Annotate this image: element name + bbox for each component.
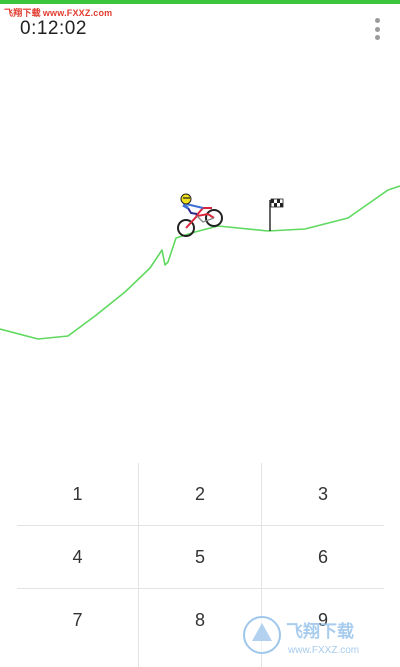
key-7[interactable]: 7: [17, 589, 138, 651]
track-line: [0, 185, 400, 340]
finish-flag-icon: [269, 198, 284, 231]
watermark-bottom-url: www.FXXZ.com: [287, 645, 359, 656]
key-5[interactable]: 5: [139, 526, 261, 588]
key-6[interactable]: 6: [262, 526, 384, 588]
dirt-bike-rider-icon: [177, 193, 223, 237]
key-4[interactable]: 4: [17, 526, 138, 588]
watermark-bottom-logo: 飞翔下载 www.FXXZ.com: [243, 616, 359, 656]
key-3[interactable]: 3: [262, 463, 384, 525]
watermark-bottom-cn: 飞翔下载: [286, 621, 354, 641]
key-1[interactable]: 1: [17, 463, 138, 525]
game-scene: [0, 185, 400, 340]
key-2[interactable]: 2: [139, 463, 261, 525]
